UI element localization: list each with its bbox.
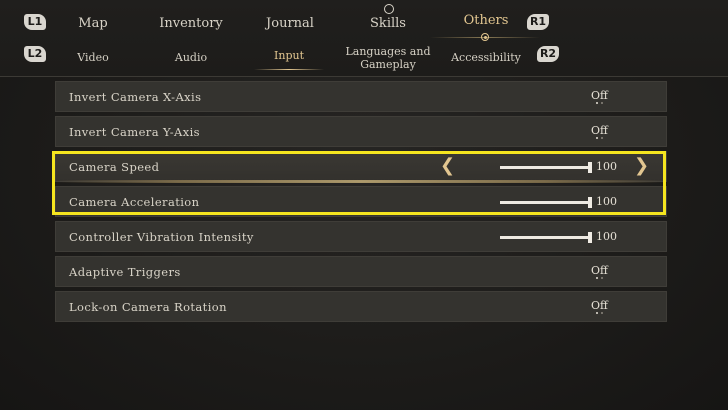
camera-acceleration-slider[interactable] bbox=[500, 197, 592, 208]
slider-fill bbox=[500, 166, 592, 169]
selection-glow bbox=[56, 180, 666, 183]
toggle-state-dots-icon bbox=[596, 102, 604, 105]
subtab-input-label: Input bbox=[274, 49, 304, 62]
toggle-state-dots-icon bbox=[596, 137, 604, 140]
toggle-value: Off bbox=[591, 124, 608, 137]
active-subtab-underline bbox=[253, 69, 324, 70]
l1-button-hint: L1 bbox=[24, 14, 46, 30]
setting-label: Adaptive Triggers bbox=[69, 265, 181, 279]
active-tab-indicator-icon bbox=[481, 33, 489, 41]
chevron-left-icon[interactable]: ❮ bbox=[440, 156, 455, 176]
toggle-value: Off bbox=[591, 264, 608, 277]
setting-row-controller-vibration[interactable]: Controller Vibration Intensity 100 bbox=[55, 221, 667, 252]
chevron-right-icon[interactable]: ❯ bbox=[634, 156, 649, 176]
subtab-languages-and-gameplay[interactable]: Languages and Gameplay bbox=[340, 45, 436, 71]
tab-journal[interactable]: Journal bbox=[266, 16, 314, 31]
setting-label: Camera Speed bbox=[69, 160, 160, 174]
toggle-state-dots-icon bbox=[596, 312, 604, 315]
subtab-audio[interactable]: Audio bbox=[175, 51, 207, 64]
setting-label: Lock-on Camera Rotation bbox=[69, 300, 227, 314]
slider-fill bbox=[500, 201, 592, 204]
slider-value: 100 bbox=[596, 160, 617, 173]
slider-fill bbox=[500, 236, 592, 239]
tab-map[interactable]: Map bbox=[78, 16, 107, 31]
tab-others[interactable]: Others bbox=[464, 13, 509, 28]
setting-label: Invert Camera Y-Axis bbox=[69, 125, 200, 139]
subtab-input[interactable]: Input bbox=[253, 49, 324, 70]
skills-circle-icon bbox=[384, 4, 394, 14]
vibration-intensity-slider[interactable] bbox=[500, 232, 592, 243]
tab-skills[interactable]: Skills bbox=[370, 16, 406, 31]
setting-row-invert-camera-x[interactable]: Invert Camera X-Axis Off bbox=[55, 81, 667, 112]
setting-row-camera-speed[interactable]: Camera Speed ❮ 100 ❯ bbox=[55, 151, 667, 183]
l2-button-hint: L2 bbox=[24, 46, 46, 62]
setting-label: Controller Vibration Intensity bbox=[69, 230, 254, 244]
slider-knob[interactable] bbox=[588, 232, 592, 243]
subtab-video[interactable]: Video bbox=[77, 51, 108, 64]
top-navigation: L1 R1 L2 R2 Map Inventory Journal Skills… bbox=[0, 0, 728, 77]
setting-label: Invert Camera X-Axis bbox=[69, 90, 202, 104]
setting-row-lock-on-camera-rotation[interactable]: Lock-on Camera Rotation Off bbox=[55, 291, 667, 322]
tab-inventory[interactable]: Inventory bbox=[159, 16, 223, 31]
slider-value: 100 bbox=[596, 230, 617, 243]
toggle-value: Off bbox=[591, 89, 608, 102]
setting-row-invert-camera-y[interactable]: Invert Camera Y-Axis Off bbox=[55, 116, 667, 147]
settings-screen: L1 R1 L2 R2 Map Inventory Journal Skills… bbox=[0, 0, 728, 410]
r1-button-hint: R1 bbox=[527, 14, 549, 30]
setting-row-camera-acceleration[interactable]: Camera Acceleration 100 bbox=[55, 186, 667, 217]
r2-button-hint: R2 bbox=[537, 46, 559, 62]
slider-knob[interactable] bbox=[588, 197, 592, 208]
camera-speed-slider[interactable] bbox=[500, 162, 592, 173]
slider-value: 100 bbox=[596, 195, 617, 208]
toggle-value: Off bbox=[591, 299, 608, 312]
setting-label: Camera Acceleration bbox=[69, 195, 200, 209]
subtab-accessibility[interactable]: Accessibility bbox=[451, 51, 521, 64]
setting-row-adaptive-triggers[interactable]: Adaptive Triggers Off bbox=[55, 256, 667, 287]
toggle-state-dots-icon bbox=[596, 277, 604, 280]
slider-knob[interactable] bbox=[588, 162, 592, 173]
